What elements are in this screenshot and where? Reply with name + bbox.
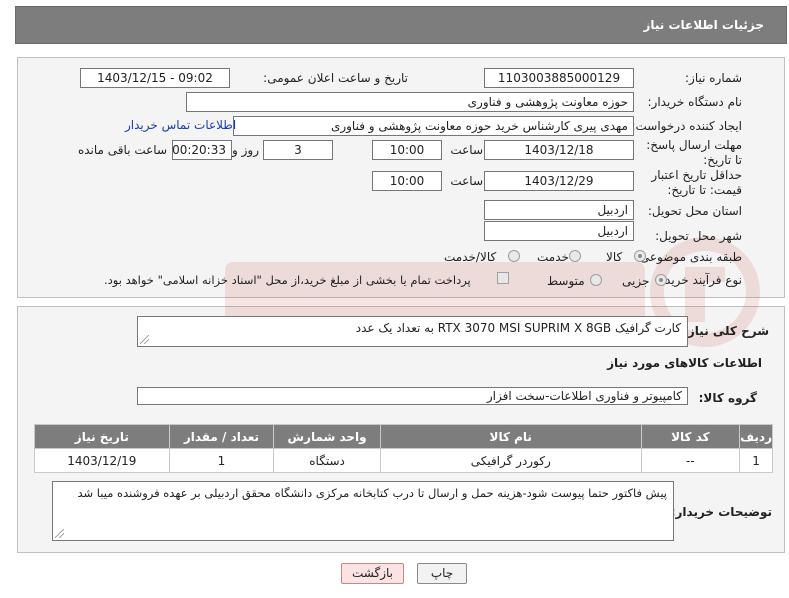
city-label: شهر محل تحویل: <box>655 229 742 243</box>
price-validity-date-field[interactable]: 1403/12/29 <box>484 171 634 191</box>
province-field[interactable]: اردبیل <box>484 200 634 220</box>
deadline-label: مهلت ارسال پاسخ: تا تاریخ: <box>646 138 742 167</box>
category-radio-goods[interactable] <box>634 250 646 262</box>
buyer-notes-textarea[interactable]: پیش فاکتور حتما پیوست شود-هزینه حمل و ار… <box>52 481 674 541</box>
buyer-contact-link[interactable]: اطلاعات تماس خریدار <box>125 118 236 132</box>
back-button[interactable]: بازگشت <box>341 563 404 584</box>
goods-group-field[interactable]: کامپیوتر و فناوری اطلاعات-سخت افزار <box>137 387 688 405</box>
price-validity-label: حداقل تاریخ اعتبار قیمت: تا تاریخ: <box>651 168 742 197</box>
goods-group-label: گروه کالا: <box>698 391 757 405</box>
col-header-date: تاریخ نیاز <box>34 424 170 449</box>
process-radio-minor[interactable] <box>655 274 667 286</box>
resize-grip-icon[interactable] <box>140 335 149 344</box>
buyer-notes-label: توضیحات خریدار: <box>670 505 772 519</box>
remaining-label: ساعت باقی مانده <box>77 143 167 157</box>
col-header-name: نام کالا <box>379 424 642 449</box>
remaining-time-field[interactable]: 00:20:33 <box>172 140 232 160</box>
cell-row-number: 1 <box>739 448 773 473</box>
cell-date: 1403/12/19 <box>34 448 170 473</box>
days-remaining-field[interactable]: 3 <box>263 140 333 160</box>
days-label: روز و <box>232 143 259 157</box>
col-header-code: کد کالا <box>640 424 741 449</box>
deadline-time-label: ساعت <box>450 143 483 157</box>
description-text: کارت گرافیک RTX 3070 MSI SUPRIM X 8GB به… <box>355 321 681 335</box>
category-option-goods: کالا <box>606 250 623 264</box>
buyer-notes-text: پیش فاکتور حتما پیوست شود-هزینه حمل و ار… <box>77 486 667 500</box>
price-validity-time-label: ساعت <box>450 174 483 188</box>
buyer-org-field[interactable]: حوزه معاونت پژوهشی و فناوری <box>186 92 634 112</box>
need-number-label: شماره نیاز: <box>685 71 742 85</box>
price-validity-time-field[interactable]: 10:00 <box>372 171 442 191</box>
process-radio-medium[interactable] <box>590 274 602 286</box>
cell-code: -- <box>640 448 741 473</box>
col-header-row: ردیف <box>739 424 773 449</box>
cell-unit: دستگاه <box>273 448 381 473</box>
goods-table: ردیف کد کالا نام کالا واحد شمارش تعداد /… <box>34 424 773 473</box>
goods-info-title: اطلاعات کالاهای مورد نیاز <box>607 356 762 370</box>
col-header-quantity: تعداد / مقدار <box>168 424 275 449</box>
creator-field[interactable]: مهدی پیری کارشناس خرید حوزه معاونت پژوهش… <box>233 116 634 136</box>
resize-grip-icon[interactable] <box>55 529 64 538</box>
category-option-goods-service: کالا/خدمت <box>444 250 497 264</box>
goods-table-header: ردیف کد کالا نام کالا واحد شمارش تعداد /… <box>34 424 773 449</box>
need-number-field[interactable]: 1103003885000129 <box>484 68 634 88</box>
category-label: طبقه بندی موضوعی: <box>635 250 742 264</box>
treasury-payment-checkbox[interactable] <box>497 272 509 284</box>
treasury-payment-note: پرداخت تمام یا بخشی از مبلغ خرید،از محل … <box>104 273 471 287</box>
category-radio-goods-service[interactable] <box>508 250 520 262</box>
process-option-medium: متوسط <box>547 274 585 288</box>
category-option-service: خدمت <box>537 250 569 264</box>
print-button[interactable]: چاپ <box>417 563 467 584</box>
deadline-time-field[interactable]: 10:00 <box>372 140 442 160</box>
province-label: استان محل تحویل: <box>647 204 742 218</box>
process-type-label: نوع فرآیند خرید : <box>657 273 742 287</box>
table-row: 1 -- رکوردر گرافیکی دستگاه 1 1403/12/19 <box>34 448 773 473</box>
page-title: جزئیات اطلاعات نیاز <box>643 18 764 32</box>
category-radio-service[interactable] <box>569 250 581 262</box>
description-textarea[interactable]: کارت گرافیک RTX 3070 MSI SUPRIM X 8GB به… <box>137 316 688 347</box>
buyer-org-label: نام دستگاه خریدار: <box>647 95 743 109</box>
cell-quantity: 1 <box>168 448 275 473</box>
creator-label: ایجاد کننده درخواست: <box>631 119 742 133</box>
description-label: شرح کلی نیاز: <box>683 324 769 338</box>
city-field[interactable]: اردبیل <box>484 221 634 241</box>
cell-name: رکوردر گرافیکی <box>379 448 642 473</box>
process-option-minor: جزیی <box>622 274 650 288</box>
announce-date-label: تاریخ و ساعت اعلان عمومی: <box>263 71 408 85</box>
announce-date-field[interactable]: 1403/12/15 - 09:02 <box>80 68 230 88</box>
deadline-date-field[interactable]: 1403/12/18 <box>484 140 634 160</box>
col-header-unit: واحد شمارش <box>273 424 381 449</box>
page-header: جزئیات اطلاعات نیاز <box>15 6 787 44</box>
